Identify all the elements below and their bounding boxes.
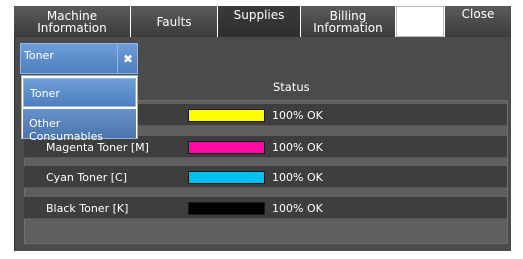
close-button[interactable]: Close [445, 6, 511, 37]
table-row: Black Toner [K] 100% OK [24, 197, 507, 219]
tab-machine-information-label: Machine Information [37, 8, 107, 35]
dropdown-selected-value: Toner [24, 49, 54, 62]
toner-status: 100% OK [272, 109, 323, 122]
tab-billing-information-label: Billing Information [313, 8, 383, 35]
close-button-label: Close [461, 7, 495, 21]
tab-bar: Machine Information Faults Supplies Bill… [14, 6, 511, 44]
supply-type-menu: Toner Other Consumables [21, 75, 138, 143]
menu-item-label: Other Consumables [29, 117, 104, 143]
supply-type-dropdown[interactable]: Toner ✖ [20, 43, 138, 74]
toner-name: Cyan Toner [C] [46, 171, 128, 184]
toner-status: 100% OK [272, 171, 323, 184]
toner-status: 100% OK [272, 202, 323, 215]
tab-bar-spacer [396, 6, 444, 37]
menu-item-other-consumables[interactable]: Other Consumables [23, 109, 136, 143]
menu-item-toner[interactable]: Toner [23, 78, 136, 107]
toner-name: Black Toner [K] [46, 202, 129, 215]
tab-supplies-label: Supplies [233, 8, 285, 22]
toner-level-bar [188, 141, 265, 154]
tab-billing-information[interactable]: Billing Information [301, 6, 395, 37]
table-row: Cyan Toner [C] 100% OK [24, 166, 507, 188]
supplies-screen: Machine Information Faults Supplies Bill… [0, 0, 523, 259]
toner-level-bar [188, 202, 265, 215]
close-icon[interactable]: ✖ [117, 44, 138, 73]
toner-level-bar [188, 109, 265, 122]
menu-item-label: Toner [30, 87, 60, 100]
tab-machine-information[interactable]: Machine Information [14, 6, 130, 37]
toner-level-bar [188, 171, 265, 184]
tab-faults-label: Faults [156, 14, 192, 29]
status-column-header: Status [273, 80, 310, 94]
toner-status: 100% OK [272, 141, 323, 154]
tab-faults[interactable]: Faults [131, 6, 217, 37]
